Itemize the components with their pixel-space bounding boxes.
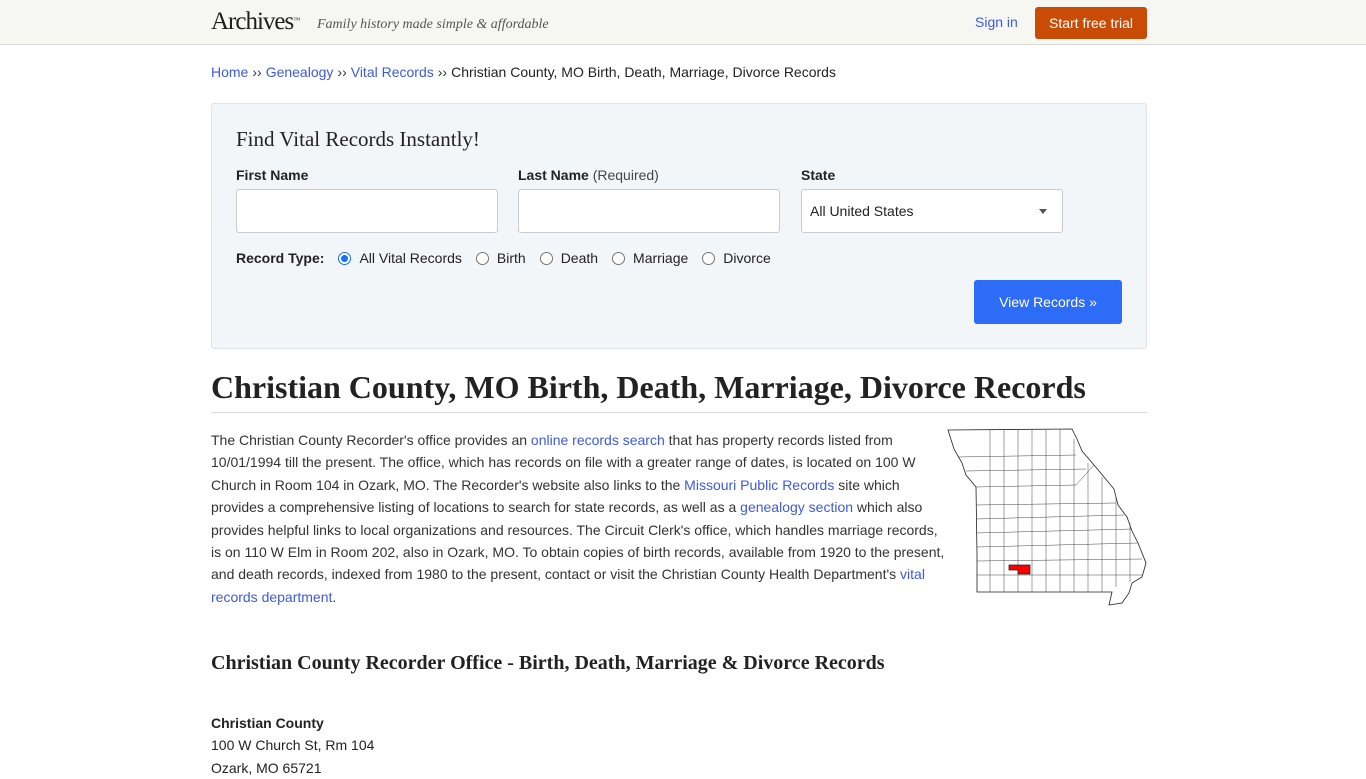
missouri-county-map [947, 428, 1147, 606]
view-records-button[interactable]: View Records » [974, 280, 1122, 324]
record-type-divorce[interactable]: Divorce [702, 250, 771, 266]
last-name-label: Last Name (Required) [518, 167, 659, 183]
radio-unchecked-icon[interactable] [475, 251, 489, 265]
record-type-death[interactable]: Death [539, 250, 598, 266]
record-type-birth[interactable]: Birth [475, 250, 526, 266]
missouri-public-records-link[interactable]: Missouri Public Records [684, 477, 834, 493]
tagline: Family history made simple & affordable [317, 17, 549, 32]
vital-records-search-form: Find Vital Records Instantly! First Name… [211, 103, 1147, 349]
breadcrumb-genealogy[interactable]: Genealogy [266, 64, 334, 80]
first-name-input[interactable] [236, 189, 498, 233]
breadcrumb-current: Christian County, MO Birth, Death, Marri… [451, 64, 836, 80]
office-address-line1: 100 W Church St, Rm 104 [211, 737, 375, 754]
state-selected-value: All United States [810, 203, 914, 219]
first-name-label: First Name [236, 167, 309, 183]
radio-unchecked-icon[interactable] [612, 251, 626, 265]
chevron-down-icon [1039, 208, 1047, 214]
radio-unchecked-icon[interactable] [702, 251, 716, 265]
state-label: State [801, 167, 836, 183]
last-name-input[interactable] [518, 189, 780, 233]
start-free-trial-button[interactable]: Start free trial [1035, 7, 1147, 39]
online-records-search-link[interactable]: online records search [531, 432, 665, 448]
office-address-block: Christian County 100 W Church St, Rm 104… [211, 712, 374, 779]
breadcrumb-vital-records[interactable]: Vital Records [351, 64, 434, 80]
breadcrumb-separator: ›› [337, 64, 347, 80]
top-navigation-bar: Archives™ Family history made simple & a… [0, 0, 1366, 45]
breadcrumb-home[interactable]: Home [211, 64, 248, 80]
sign-in-link[interactable]: Sign in [975, 14, 1018, 30]
page-title: Christian County, MO Birth, Death, Marri… [211, 369, 1147, 413]
record-type-all[interactable]: All Vital Records [338, 250, 462, 266]
recorder-office-section-title: Christian County Recorder Office - Birth… [211, 652, 885, 674]
office-name: Christian County [211, 715, 324, 731]
required-hint: (Required) [592, 167, 659, 183]
intro-paragraph: The Christian County Recorder's office p… [211, 432, 945, 605]
record-type-label: Record Type: [236, 250, 325, 266]
breadcrumb-separator: ›› [252, 64, 262, 80]
trademark-mark: ™ [293, 16, 301, 24]
archives-logo[interactable]: Archives™ [211, 8, 300, 36]
genealogy-section-link[interactable]: genealogy section [740, 499, 853, 515]
breadcrumb: Home ›› Genealogy ›› Vital Records ›› Christia… [211, 64, 836, 80]
radio-checked-icon[interactable] [338, 251, 352, 265]
record-type-group: Record Type: All Vital Records Birth Dea… [236, 250, 785, 266]
search-form-title: Find Vital Records Instantly! [236, 127, 480, 151]
record-type-marriage[interactable]: Marriage [612, 250, 688, 266]
state-select[interactable]: All United States [801, 189, 1063, 233]
radio-unchecked-icon[interactable] [539, 251, 553, 265]
breadcrumb-separator: ›› [437, 64, 448, 80]
